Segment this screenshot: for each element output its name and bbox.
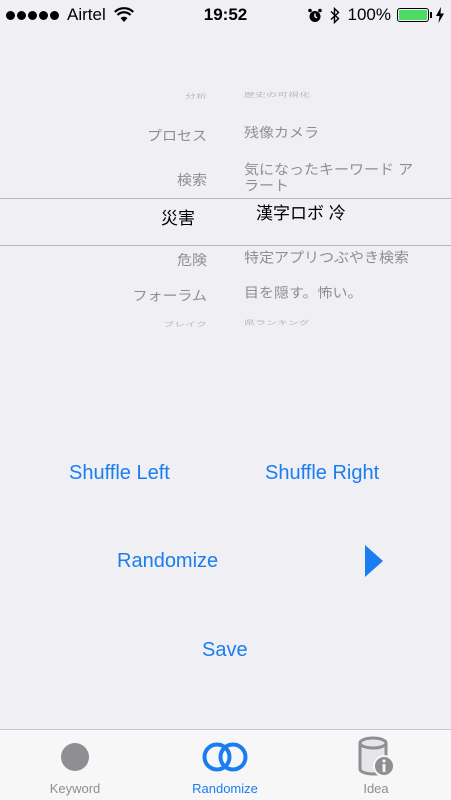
tab-idea-label: Idea [363, 781, 389, 796]
app-screen: Airtel 19:52 100% 分析 歴史の可視化 プロセス 残像カメラ 検… [0, 0, 451, 800]
circle-icon [61, 743, 89, 771]
tab-randomize[interactable]: Randomize [150, 730, 300, 800]
battery-icon [397, 8, 429, 22]
picker-category-label: 検索 [176, 172, 207, 189]
picker-row[interactable]: 検索 気になったキーワード アラート [0, 162, 451, 200]
battery-percent: 100% [347, 5, 391, 24]
picker-category-label: 分析 [185, 93, 207, 101]
alarm-clock-icon [307, 8, 322, 22]
picker-category-label: プロセス [146, 128, 207, 144]
picker-category-label: 危険 [176, 252, 207, 269]
battery-fill [399, 10, 427, 20]
database-info-icon [358, 736, 395, 777]
picker-category-label: 災害 [161, 209, 195, 228]
tab-idea[interactable]: Idea [301, 730, 451, 800]
status-bar: Airtel 19:52 100% [0, 0, 451, 30]
tab-keyword[interactable]: Keyword [0, 730, 150, 800]
picker-keyword-label: 気になったキーワード アラート [244, 162, 414, 195]
picker-keyword-label: 県ランキング [244, 320, 310, 327]
picker-row[interactable]: プロセス 残像カメラ [0, 126, 451, 162]
shuffle-right-button[interactable]: Shuffle Right [265, 462, 379, 485]
picker-row[interactable]: ブレイク 県ランキング [0, 320, 451, 342]
picker-row[interactable]: 分析 歴史の可視化 [0, 92, 451, 114]
battery-tip [430, 12, 432, 18]
play-icon[interactable] [365, 545, 383, 577]
picker-keyword-label: 漢字ロボ 冷 [256, 204, 346, 223]
tab-bar: Keyword Randomize Idea [0, 729, 451, 800]
picker-keyword-label: 歴史の可視化 [244, 92, 310, 99]
shuffle-left-button[interactable]: Shuffle Left [69, 462, 170, 485]
picker-category-label: フォーラム [132, 288, 207, 304]
picker-row[interactable]: フォーラム 目を隠す。怖い。 [0, 286, 451, 322]
double-ring-icon [202, 742, 248, 772]
randomize-button[interactable]: Randomize [117, 550, 218, 573]
status-right: 100% [307, 5, 445, 25]
picker-keyword-label: 特定アプリつぶやき検索 [244, 250, 410, 267]
charging-bolt-icon [436, 7, 444, 23]
picker-row[interactable]: 危険 特定アプリつぶやき検索 [0, 250, 451, 288]
keyword-picker[interactable]: 分析 歴史の可視化プロセス 残像カメラ検索 気になったキーワード アラート災害 漢字ロボ… [0, 88, 451, 353]
picker-row[interactable]: 災害 漢字ロボ 冷 [0, 204, 451, 244]
picker-keyword-label: 残像カメラ [244, 126, 320, 142]
tab-randomize-label: Randomize [192, 781, 258, 796]
picker-selection-bottom-line [0, 245, 451, 246]
save-button[interactable]: Save [202, 639, 248, 662]
bluetooth-icon [330, 6, 340, 24]
picker-keyword-label: 目を隠す。怖い。 [244, 286, 363, 302]
tab-keyword-label: Keyword [49, 781, 101, 796]
picker-category-label: ブレイク [163, 321, 207, 329]
